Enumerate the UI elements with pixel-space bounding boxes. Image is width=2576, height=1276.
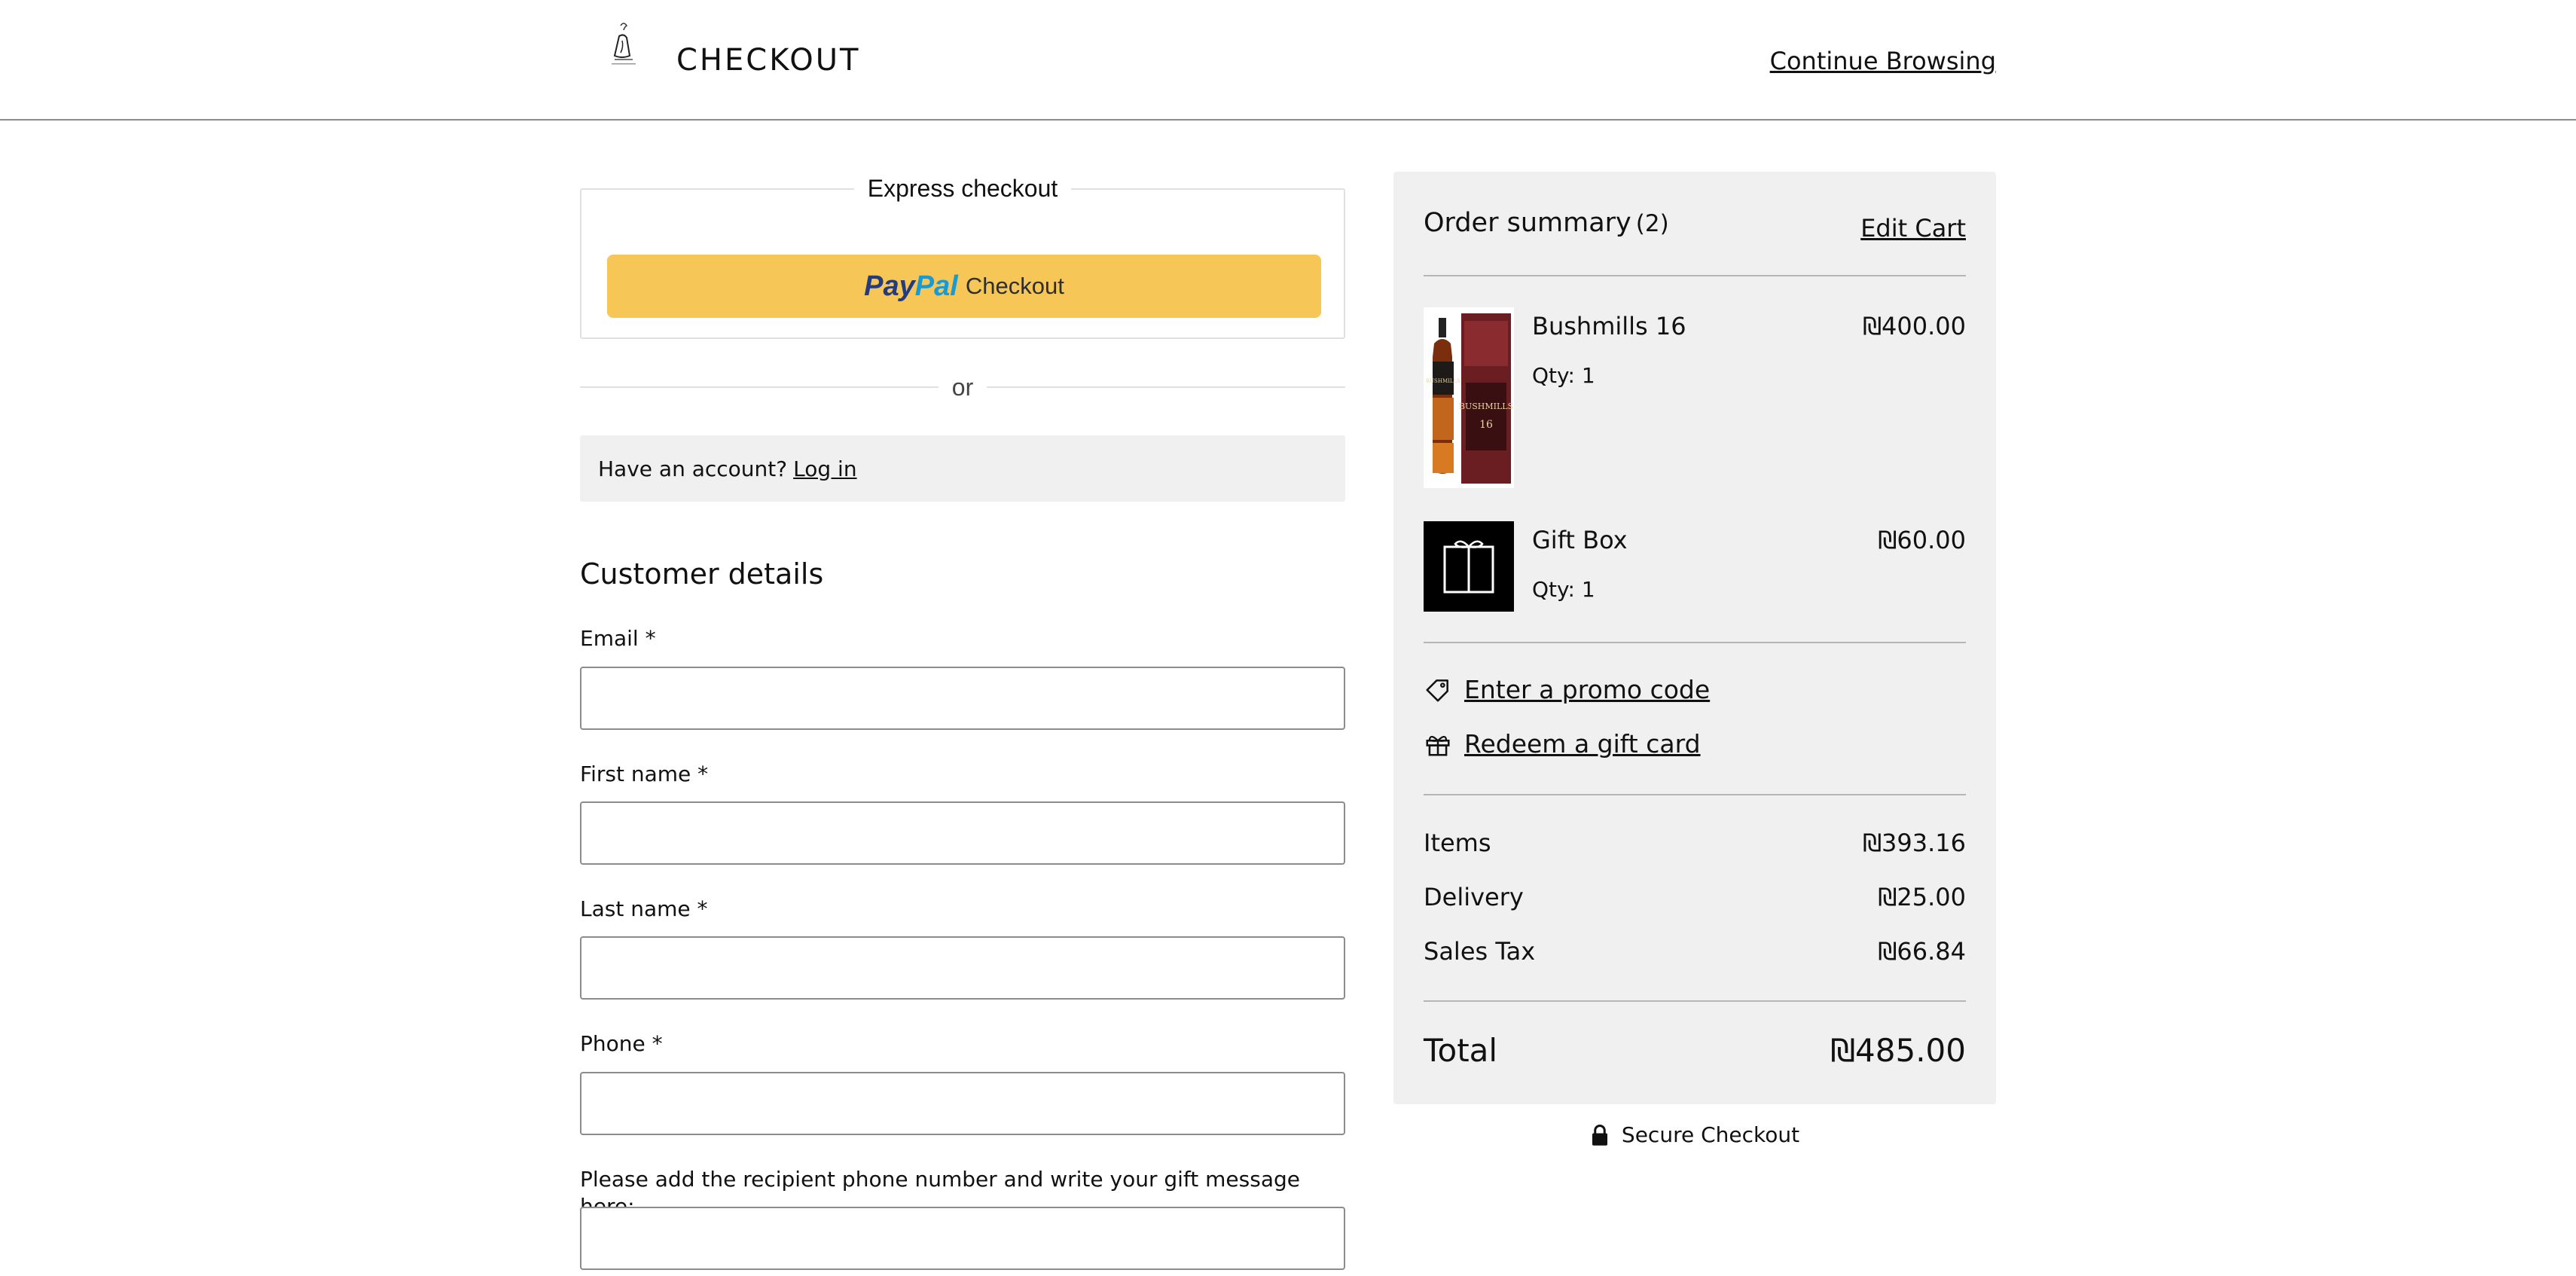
- account-login-box: Have an account? Log in: [580, 435, 1345, 502]
- item-name-bushmills: Bushmills 16: [1532, 312, 1686, 340]
- delivery-value: ₪25.00: [1878, 883, 1966, 911]
- gift-icon: [1426, 735, 1450, 756]
- express-checkout-box: PayPal Checkout: [580, 188, 1345, 339]
- gift-box-icon: [1424, 521, 1514, 612]
- summary-divider: [1424, 794, 1966, 795]
- promo-code-label: Enter a promo code: [1464, 675, 1711, 704]
- secure-checkout-badge: Secure Checkout: [1393, 1122, 1996, 1147]
- phone-field[interactable]: [580, 1072, 1345, 1135]
- svg-text:BUSHMILLS: BUSHMILLS: [1426, 378, 1460, 384]
- item-price-gift-box: ₪60.00: [1878, 526, 1966, 554]
- delivery-label: Delivery: [1424, 883, 1524, 911]
- account-prompt: Have an account?: [598, 456, 788, 481]
- gift-message-field[interactable]: [580, 1207, 1345, 1270]
- paypal-button-label: Checkout: [965, 273, 1064, 299]
- order-summary-title: Order summary (2): [1424, 206, 1669, 241]
- sales-tax-value: ₪66.84: [1878, 937, 1966, 966]
- tag-icon: [1426, 679, 1448, 702]
- gift-card-label: Redeem a gift card: [1464, 729, 1701, 759]
- item-qty-bushmills: Qty: 1: [1532, 363, 1595, 388]
- email-label: Email *: [580, 626, 656, 651]
- paypal-logo: PayPal: [864, 270, 958, 302]
- item-price-bushmills: ₪400.00: [1862, 312, 1966, 340]
- login-link[interactable]: Log in: [793, 456, 856, 481]
- customer-details-title: Customer details: [580, 557, 824, 591]
- item-qty-gift-box: Qty: 1: [1532, 577, 1595, 602]
- last-name-label: Last name *: [580, 896, 708, 921]
- items-subtotal-value: ₪393.16: [1862, 829, 1966, 857]
- whisky-bottle-image: BUSHMILLS 16 BUSHMILLS: [1424, 307, 1514, 488]
- summary-divider: [1424, 275, 1966, 276]
- header: CHECKOUT Continue Browsing: [0, 0, 2576, 121]
- email-field[interactable]: [580, 667, 1345, 730]
- items-subtotal-label: Items: [1424, 829, 1491, 857]
- summary-divider: [1424, 642, 1966, 643]
- order-item-count: (2): [1635, 210, 1669, 237]
- last-name-field[interactable]: [580, 936, 1345, 1000]
- store-logo[interactable]: [603, 20, 645, 77]
- paypal-checkout-button[interactable]: PayPal Checkout: [607, 255, 1321, 318]
- express-checkout-legend: Express checkout: [580, 173, 1345, 203]
- promo-code-link[interactable]: Enter a promo code: [1424, 674, 1710, 706]
- phone-label: Phone *: [580, 1031, 663, 1056]
- gift-card-link[interactable]: Redeem a gift card: [1424, 728, 1701, 760]
- total-label: Total: [1424, 1032, 1498, 1069]
- sales-tax-label: Sales Tax: [1424, 937, 1536, 966]
- first-name-field[interactable]: [580, 801, 1345, 865]
- secure-checkout-label: Secure Checkout: [1621, 1122, 1800, 1147]
- svg-text:16: 16: [1479, 419, 1493, 431]
- continue-browsing-link[interactable]: Continue Browsing: [1770, 45, 1996, 77]
- total-value: ₪485.00: [1830, 1032, 1966, 1069]
- svg-text:BUSHMILLS: BUSHMILLS: [1459, 401, 1513, 411]
- order-summary-heading: Order summary: [1424, 208, 1631, 238]
- or-divider-text: or: [951, 374, 974, 401]
- first-name-label: First name *: [580, 762, 709, 786]
- summary-divider: [1424, 1000, 1966, 1002]
- page-title: CHECKOUT: [676, 43, 861, 78]
- item-name-gift-box: Gift Box: [1532, 526, 1628, 554]
- order-summary-panel: Order summary (2) Edit Cart BUSHMILLS 16 …: [1393, 172, 1996, 1104]
- edit-cart-link[interactable]: Edit Cart: [1860, 212, 1966, 244]
- lock-icon: [1592, 1124, 1607, 1146]
